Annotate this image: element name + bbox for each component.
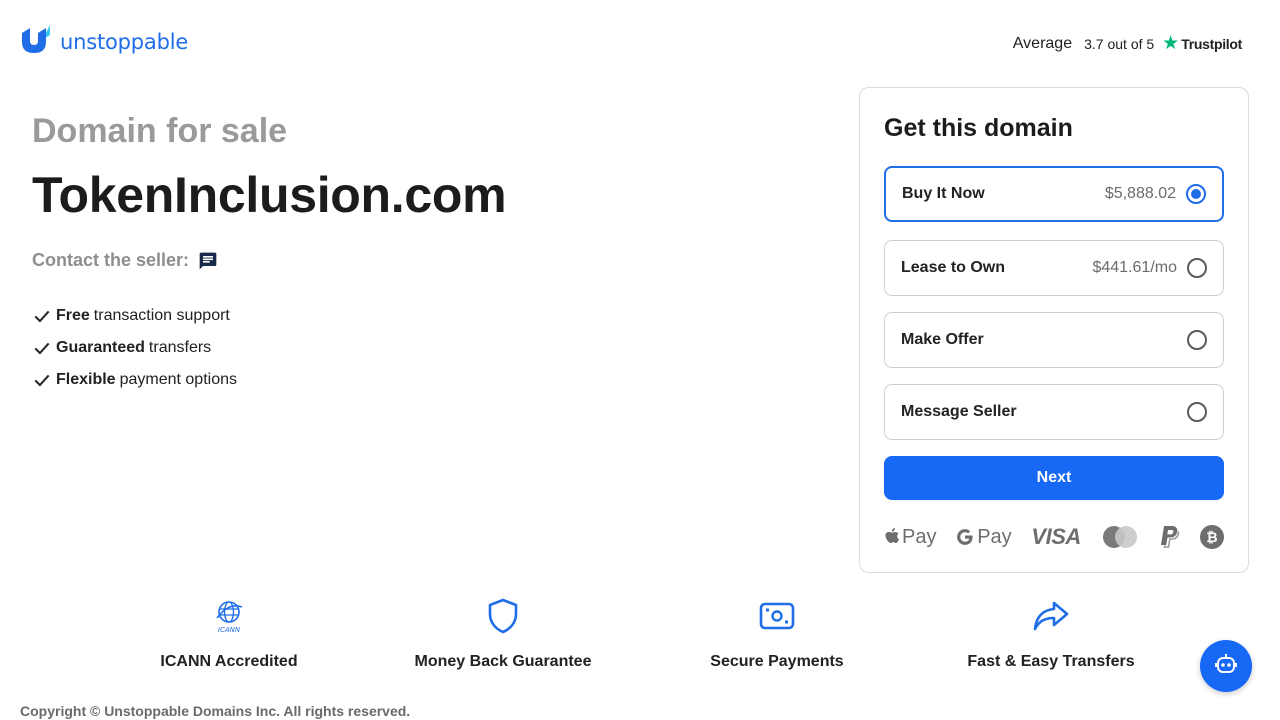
radio-unselected[interactable] <box>1187 330 1207 350</box>
feature-list: Free transaction support Guaranteed tran… <box>32 300 237 396</box>
option-price: $5,888.02 <box>1104 185 1176 202</box>
trustpilot-average-label: Average <box>1012 34 1073 52</box>
badge-label: Secure Payments <box>710 653 844 670</box>
checkmark-icon <box>32 338 52 358</box>
option-label: Make Offer <box>901 331 984 348</box>
badge-secure-payments: Secure Payments <box>657 596 897 671</box>
badge-money-back: Money Back Guarantee <box>383 596 623 671</box>
feature-bold: Flexible <box>56 371 116 388</box>
badge-label: Money Back Guarantee <box>414 653 592 670</box>
chat-message-icon[interactable] <box>198 251 218 271</box>
brand-name: unstoppable <box>60 29 189 54</box>
option-price: $441.61/mo <box>1092 259 1177 276</box>
apple-pay-icon: Pay <box>884 526 936 549</box>
badge-icann: ICANN ICANN Accredited <box>109 596 349 671</box>
payment-methods: Pay Pay VISA ₿ <box>884 522 1224 552</box>
feature-item: Free transaction support <box>32 300 237 332</box>
option-make-offer[interactable]: Make Offer <box>884 312 1224 368</box>
purchase-card-title: Get this domain <box>884 114 1073 142</box>
feature-item: Guaranteed transfers <box>32 332 237 364</box>
option-label: Buy It Now <box>902 185 985 202</box>
option-label: Lease to Own <box>901 259 1006 276</box>
next-button[interactable]: Next <box>884 456 1224 500</box>
visa-icon: VISA <box>1031 524 1081 549</box>
radio-selected[interactable] <box>1186 184 1206 204</box>
option-buy-it-now[interactable]: Buy It Now $5,888.02 <box>884 166 1224 222</box>
unstoppable-logo-icon <box>20 24 52 59</box>
radio-unselected[interactable] <box>1187 258 1207 278</box>
option-message-seller[interactable]: Message Seller <box>884 384 1224 440</box>
checkmark-icon <box>32 370 52 390</box>
chat-bot-button[interactable] <box>1200 640 1252 692</box>
checkmark-icon <box>32 306 52 326</box>
feature-bold: Guaranteed <box>56 339 145 356</box>
mastercard-icon <box>1101 525 1139 549</box>
badge-fast-transfers: Fast & Easy Transfers <box>931 596 1171 671</box>
option-lease-to-own[interactable]: Lease to Own $441.61/mo <box>884 240 1224 296</box>
shield-icon <box>383 596 623 636</box>
trustpilot-rating[interactable]: Average 3.7 out of 5 ★ Trustpilot <box>1012 33 1243 54</box>
radio-unselected[interactable] <box>1187 402 1207 422</box>
feature-text: transfers <box>148 339 212 356</box>
feature-text: payment options <box>119 371 237 388</box>
page-eyebrow: Domain for sale <box>32 112 288 150</box>
feature-text: transaction support <box>93 307 230 324</box>
purchase-card: Get this domain Buy It Now $5,888.02 Lea… <box>859 87 1249 573</box>
cash-icon <box>657 596 897 636</box>
brand-logo[interactable]: unstoppable <box>20 24 188 59</box>
robot-icon <box>1215 653 1237 680</box>
feature-bold: Free <box>56 307 90 324</box>
domain-title: TokenInclusion.com <box>32 167 507 223</box>
badge-label: Fast & Easy Transfers <box>967 653 1135 670</box>
icann-icon: ICANN <box>109 596 349 636</box>
feature-item: Flexible payment options <box>32 364 237 396</box>
svg-text:₿: ₿ <box>1206 530 1217 546</box>
svg-text:ICANN: ICANN <box>218 626 241 634</box>
trustpilot-brand: Trustpilot <box>1181 35 1242 52</box>
footer-copyright: Copyright © Unstoppable Domains Inc. All… <box>20 703 411 719</box>
trustpilot-score: 3.7 out of 5 <box>1084 35 1155 52</box>
google-pay-text: Pay <box>977 525 1012 548</box>
contact-seller: Contact the seller: <box>32 250 218 271</box>
contact-seller-label: Contact the seller: <box>32 250 190 270</box>
paypal-icon <box>1158 525 1180 549</box>
share-arrow-icon <box>931 596 1171 636</box>
badge-label: ICANN Accredited <box>160 653 298 670</box>
trustpilot-star-icon: ★ <box>1162 33 1180 54</box>
bitcoin-icon: ₿ <box>1199 525 1224 549</box>
google-pay-icon: Pay <box>956 525 1012 549</box>
option-label: Message Seller <box>901 403 1017 420</box>
apple-pay-text: Pay <box>902 525 937 548</box>
